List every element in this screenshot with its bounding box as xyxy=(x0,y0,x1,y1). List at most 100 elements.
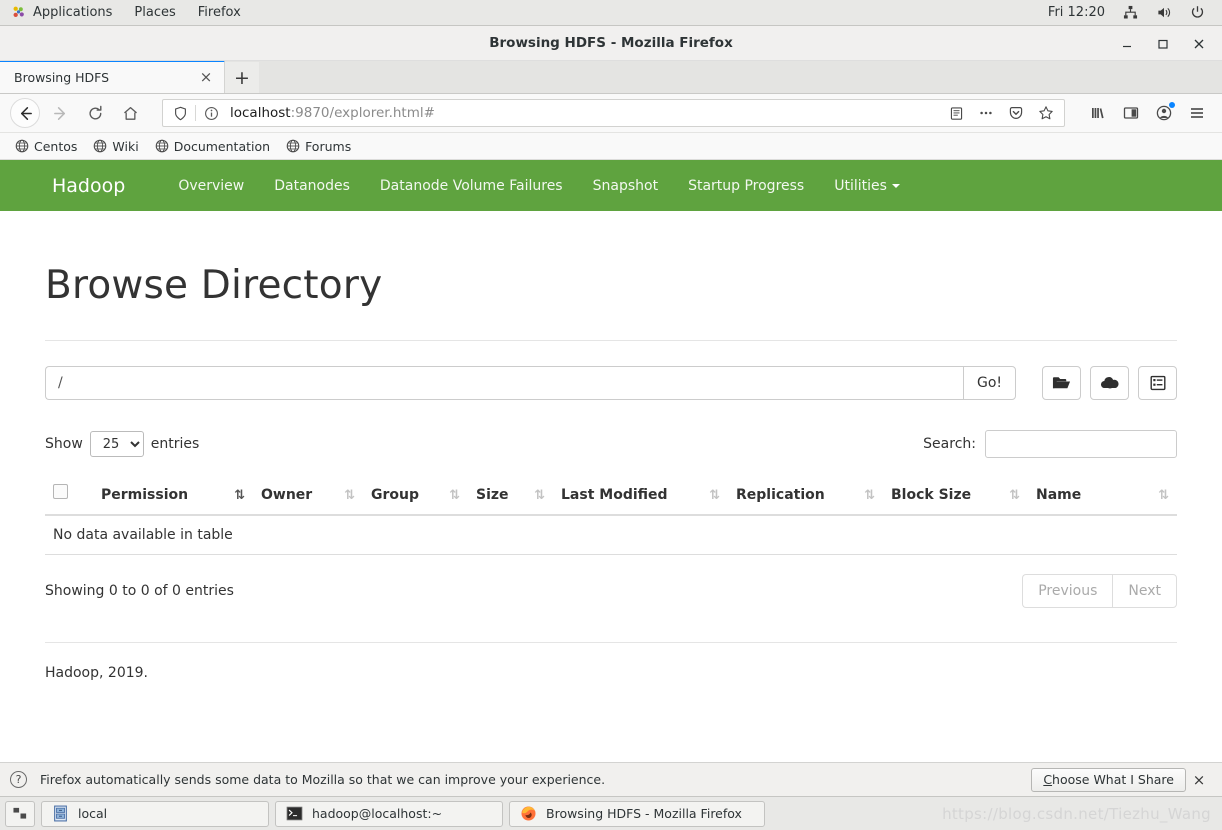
table-body: No data available in table xyxy=(45,515,1177,555)
panel-menus: Applications Places Firefox xyxy=(0,0,252,25)
bookmark-label: Centos xyxy=(34,138,78,154)
network-icon[interactable] xyxy=(1114,0,1147,25)
url-bar[interactable]: localhost:9870/explorer.html# xyxy=(162,99,1065,127)
upload-button[interactable] xyxy=(1090,366,1129,400)
window-title: Browsing HDFS - Mozilla Firefox xyxy=(489,35,733,51)
applications-menu-label: Applications xyxy=(33,5,113,20)
taskbar-item-firefox[interactable]: Browsing HDFS - Mozilla Firefox xyxy=(509,800,765,827)
question-mark-icon: ? xyxy=(10,771,27,788)
nav-link-datanode-volume-failures[interactable]: Datanode Volume Failures xyxy=(365,178,578,194)
entries-select[interactable]: 25 50 100 xyxy=(89,431,144,457)
window-titlebar: Browsing HDFS - Mozilla Firefox xyxy=(0,26,1222,61)
globe-icon xyxy=(286,139,300,153)
taskbar-item-terminal[interactable]: hadoop@localhost:~ xyxy=(275,800,503,827)
nav-link-utilities[interactable]: Utilities xyxy=(819,178,915,194)
bookmark-wiki[interactable]: Wiki xyxy=(86,137,145,156)
tab-browsing-hdfs[interactable]: Browsing HDFS × xyxy=(0,60,225,93)
menu-icon[interactable] xyxy=(1182,98,1212,128)
account-icon[interactable] xyxy=(1149,98,1179,128)
column-permission[interactable]: Permission ⇅ xyxy=(93,475,253,516)
go-button[interactable]: Go! xyxy=(963,366,1016,400)
nav-link-startup-progress[interactable]: Startup Progress xyxy=(673,178,819,194)
bookmark-centos[interactable]: Centos xyxy=(8,137,84,156)
column-replication[interactable]: Replication ⇅ xyxy=(728,475,883,516)
new-directory-button[interactable] xyxy=(1042,366,1081,400)
table-header-row: Permission ⇅ Owner ⇅ Group ⇅ Size ⇅ Last… xyxy=(45,475,1177,516)
power-glyph xyxy=(1191,6,1204,18)
back-button[interactable] xyxy=(10,98,40,128)
clock[interactable]: Fri 12:20 xyxy=(1039,0,1114,25)
tab-title: Browsing HDFS xyxy=(14,70,110,85)
volume-icon[interactable] xyxy=(1147,0,1181,25)
window-controls xyxy=(1120,36,1222,50)
notification-close-icon[interactable]: × xyxy=(1186,771,1212,789)
power-icon[interactable] xyxy=(1181,0,1214,25)
previous-page-button[interactable]: Previous xyxy=(1022,574,1113,608)
places-menu[interactable]: Places xyxy=(123,0,186,25)
url-text[interactable]: localhost:9870/explorer.html# xyxy=(224,105,942,121)
gnome-logo-icon xyxy=(13,6,24,17)
column-label: Last Modified xyxy=(561,487,668,503)
path-input[interactable] xyxy=(45,366,963,400)
column-label: Group xyxy=(371,487,420,503)
minimize-button[interactable] xyxy=(1120,36,1134,50)
network-glyph xyxy=(1123,5,1138,19)
url-host: localhost xyxy=(230,105,291,121)
bookmark-label: Forums xyxy=(305,138,352,154)
firefox-icon xyxy=(521,806,536,821)
applications-menu[interactable]: Applications xyxy=(0,0,123,25)
gnome-top-panel: Applications Places Firefox Fri 12:20 xyxy=(0,0,1222,26)
library-icon[interactable] xyxy=(1083,98,1113,128)
home-button[interactable] xyxy=(115,98,145,128)
datatable-footer: Showing 0 to 0 of 0 entries Previous Nex… xyxy=(45,574,1177,608)
workspace-switcher[interactable] xyxy=(5,800,35,827)
column-label: Permission xyxy=(101,487,189,503)
nav-link-datanodes[interactable]: Datanodes xyxy=(259,178,365,194)
path-tool-buttons xyxy=(1042,366,1177,400)
pocket-icon[interactable] xyxy=(1002,100,1030,126)
show-label: Show xyxy=(45,436,83,452)
firefox-menu[interactable]: Firefox xyxy=(187,0,252,25)
choose-what-i-share-button[interactable]: Choose What I Share xyxy=(1031,767,1186,792)
tracking-protection-icon[interactable] xyxy=(167,106,193,121)
snapshot-button[interactable] xyxy=(1138,366,1177,400)
taskbar-item-local[interactable]: local xyxy=(41,800,269,827)
maximize-button[interactable] xyxy=(1156,36,1170,50)
sort-both-icon: ⇅ xyxy=(449,487,460,503)
volume-glyph xyxy=(1158,7,1171,18)
library-glyph xyxy=(1092,108,1104,119)
site-info-icon[interactable] xyxy=(198,106,224,121)
close-button[interactable] xyxy=(1192,36,1206,50)
column-block-size[interactable]: Block Size ⇅ xyxy=(883,475,1028,516)
bookmark-star-icon[interactable] xyxy=(1032,100,1060,126)
select-all-checkbox[interactable] xyxy=(53,484,68,499)
bookmark-label: Wiki xyxy=(112,138,139,154)
sidebar-icon[interactable] xyxy=(1116,98,1146,128)
new-tab-button[interactable]: + xyxy=(225,62,259,93)
bookmark-documentation[interactable]: Documentation xyxy=(148,137,277,156)
maximize-icon xyxy=(1158,39,1168,49)
next-page-button[interactable]: Next xyxy=(1112,574,1177,608)
nav-link-overview[interactable]: Overview xyxy=(163,178,259,194)
page-actions-icon[interactable] xyxy=(972,100,1000,126)
nav-link-utilities-label: Utilities xyxy=(834,177,887,194)
search-input[interactable] xyxy=(985,430,1177,458)
nav-link-snapshot[interactable]: Snapshot xyxy=(578,178,673,194)
column-group[interactable]: Group ⇅ xyxy=(363,475,468,516)
bookmark-forums[interactable]: Forums xyxy=(279,137,358,156)
column-last-modified[interactable]: Last Modified ⇅ xyxy=(553,475,728,516)
taskbar-item-label: Browsing HDFS - Mozilla Firefox xyxy=(546,806,742,821)
column-size[interactable]: Size ⇅ xyxy=(468,475,553,516)
sort-both-icon: ⇅ xyxy=(1158,487,1169,503)
hadoop-brand[interactable]: Hadoop xyxy=(40,175,137,197)
reader-view-icon[interactable] xyxy=(942,100,970,126)
back-icon xyxy=(20,106,32,120)
reload-button[interactable] xyxy=(80,98,110,128)
forward-button[interactable] xyxy=(45,98,75,128)
column-owner[interactable]: Owner ⇅ xyxy=(253,475,363,516)
taskbar-item-label: local xyxy=(78,806,108,821)
tab-close-icon[interactable]: × xyxy=(196,68,216,88)
navigation-toolbar: localhost:9870/explorer.html# xyxy=(0,94,1222,133)
column-name[interactable]: Name ⇅ xyxy=(1028,475,1177,516)
column-select-all[interactable] xyxy=(45,475,93,516)
